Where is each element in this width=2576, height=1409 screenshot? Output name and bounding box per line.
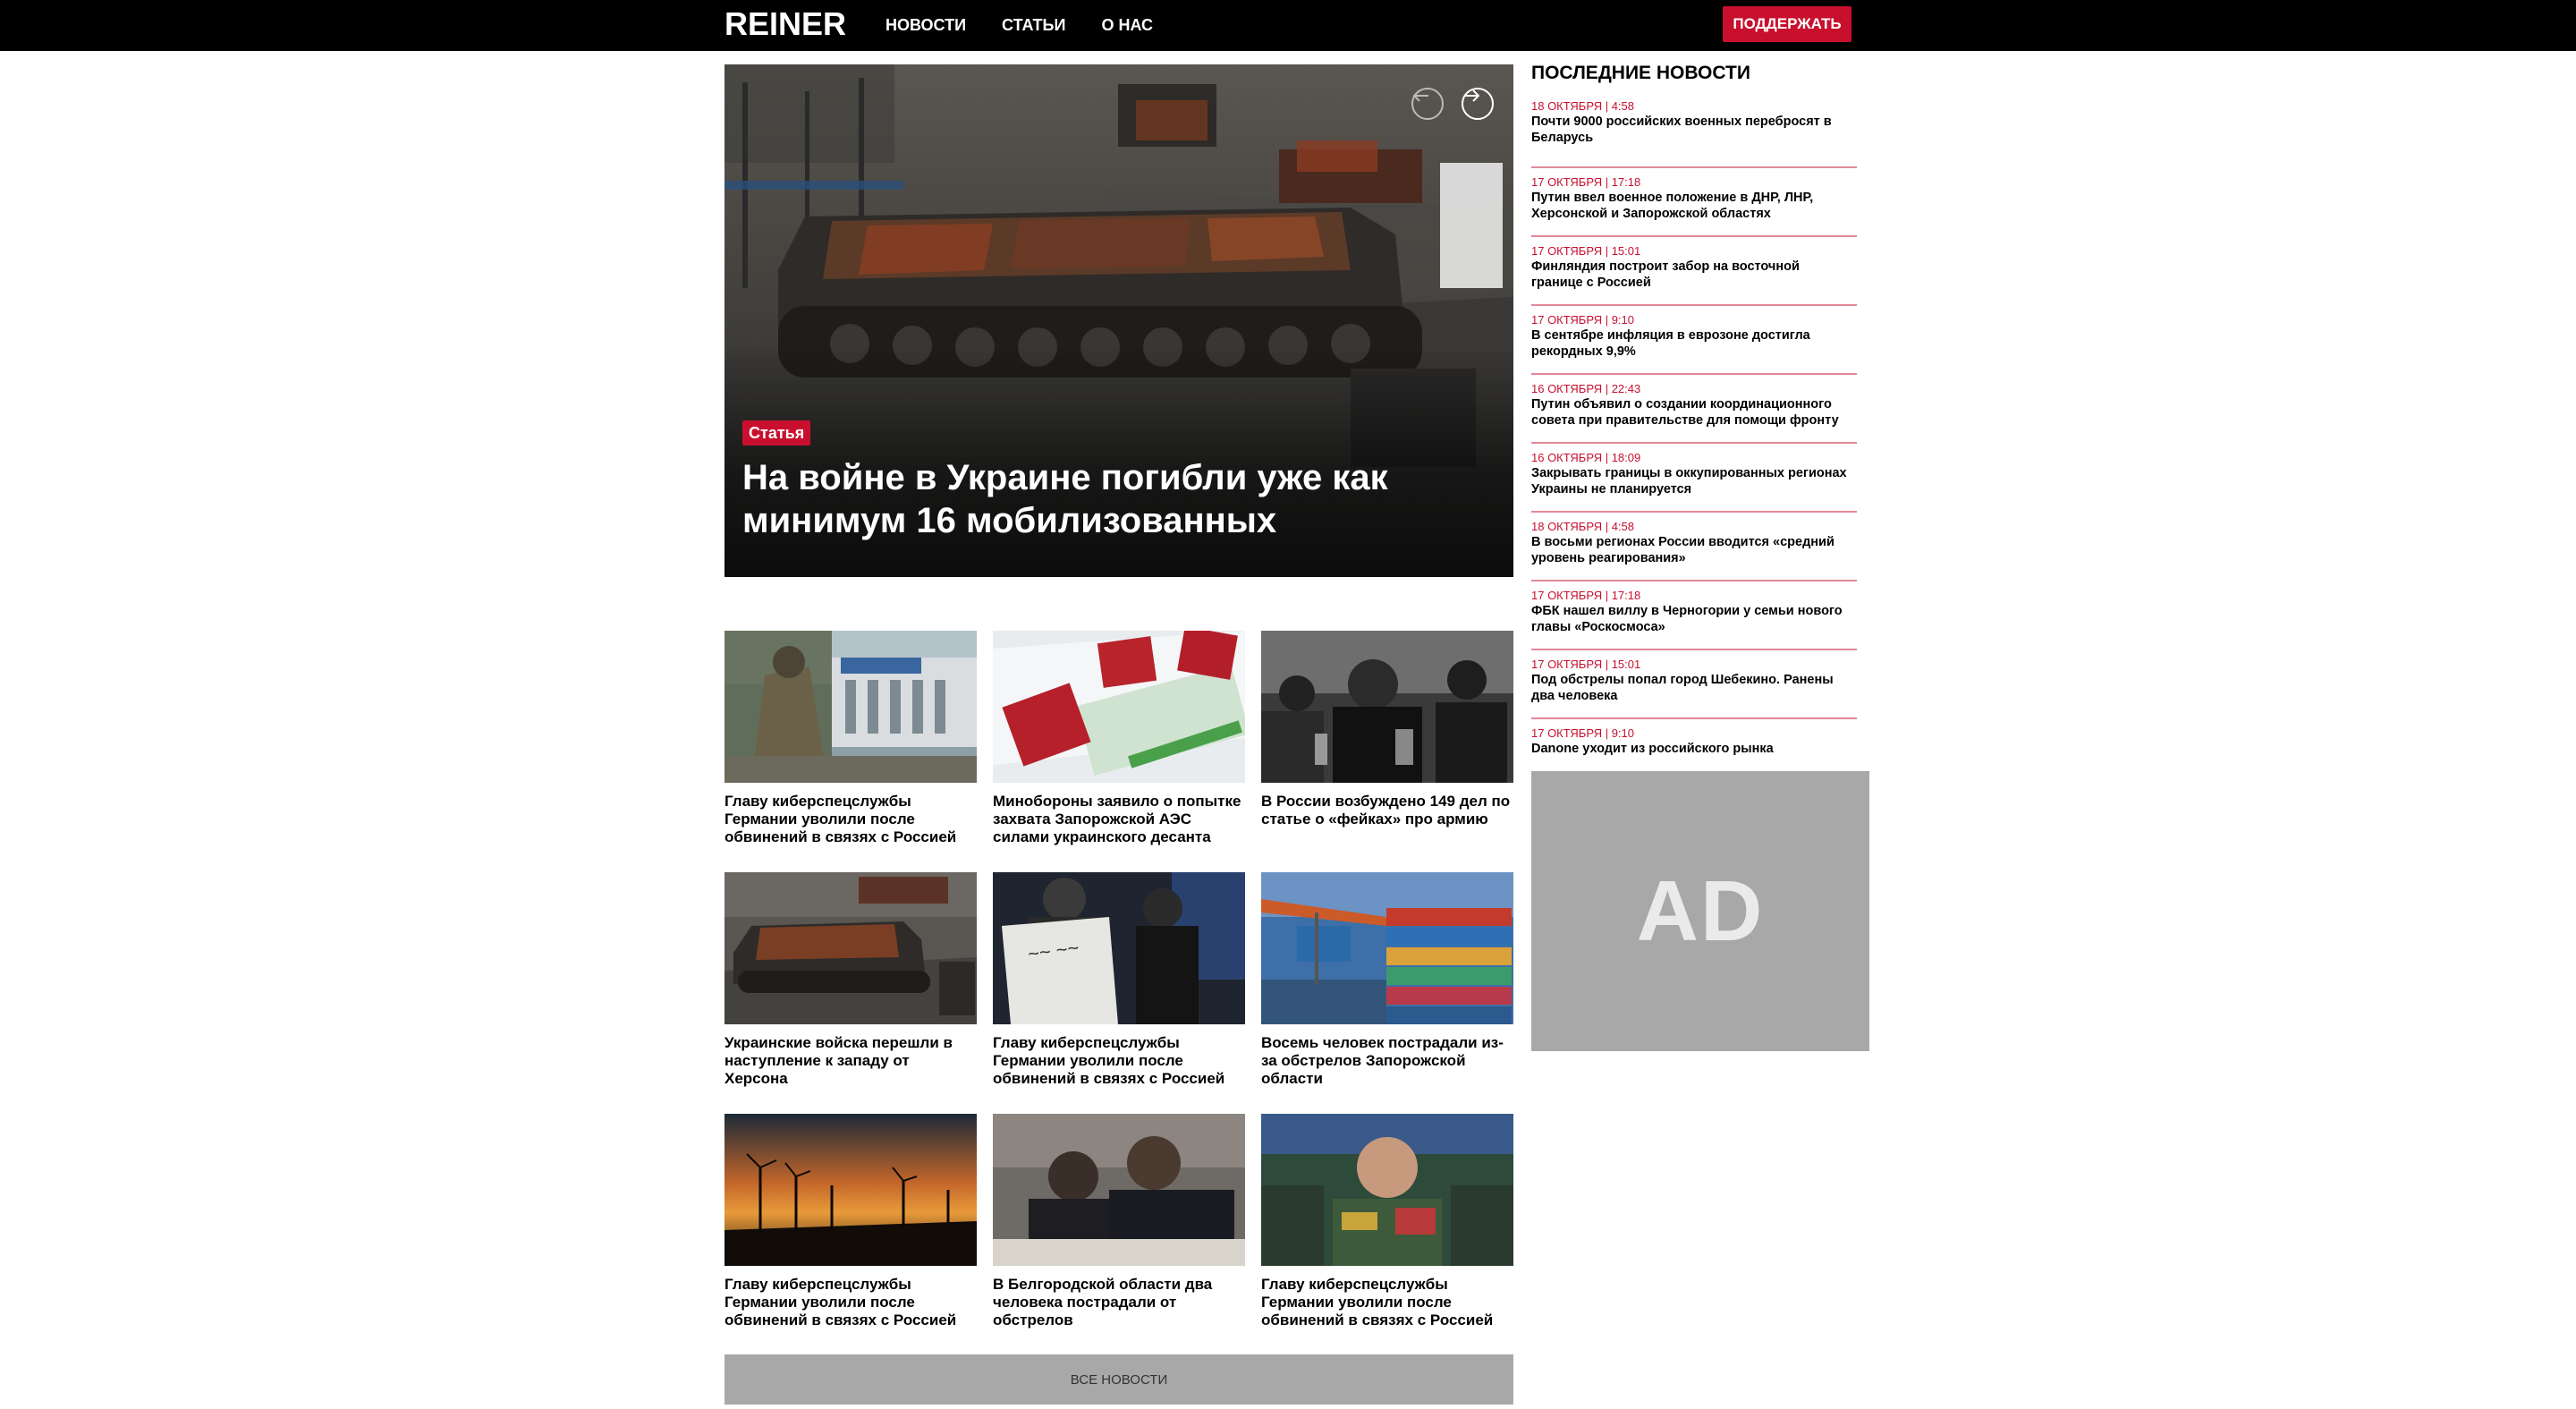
hero-slider[interactable]: Статья На войне в Украине погибли уже ка… bbox=[724, 64, 1513, 577]
arrow-left-icon bbox=[1413, 89, 1428, 102]
nav-item-articles[interactable]: СТАТЬИ bbox=[1002, 16, 1065, 35]
card-title[interactable]: В Белгородской области два человека пост… bbox=[993, 1276, 1245, 1329]
card-thumbnail bbox=[993, 1114, 1245, 1266]
latest-news-list: 18 ОКТЯБРЯ | 4:58 Почти 9000 российских … bbox=[1531, 99, 1857, 788]
nav-item-news[interactable]: НОВОСТИ bbox=[886, 16, 966, 35]
site-logo[interactable]: REINER bbox=[724, 4, 846, 45]
news-timestamp: 18 ОКТЯБРЯ | 4:58 bbox=[1531, 520, 1635, 533]
news-card[interactable]: Главу киберспецслужбы Германии уволили п… bbox=[724, 631, 977, 846]
card-title[interactable]: Восемь человек пострадали из-за обстрело… bbox=[1261, 1034, 1513, 1088]
card-thumbnail bbox=[724, 1114, 977, 1266]
news-timestamp: 17 ОКТЯБРЯ | 9:10 bbox=[1531, 313, 1635, 327]
hero-category-badge[interactable]: Статья bbox=[742, 420, 811, 446]
news-card[interactable]: Главу киберспецслужбы Германии уволили п… bbox=[724, 1114, 977, 1329]
list-item[interactable]: 16 ОКТЯБРЯ | 18:09 Закрывать границы в о… bbox=[1531, 444, 1857, 513]
card-thumbnail bbox=[1261, 1114, 1513, 1266]
news-timestamp: 17 ОКТЯБРЯ | 15:01 bbox=[1531, 244, 1641, 258]
card-title[interactable]: Украинские войска перешли в наступление … bbox=[724, 1034, 977, 1088]
card-title[interactable]: Главу киберспецслужбы Германии уволили п… bbox=[724, 793, 977, 846]
donate-button[interactable]: ПОДДЕРЖАТЬ bbox=[1723, 6, 1852, 42]
news-headline[interactable]: Путин ввел военное положение в ДНР, ЛНР,… bbox=[1531, 190, 1853, 222]
list-item[interactable]: 16 ОКТЯБРЯ | 22:43 Путин объявил о созда… bbox=[1531, 375, 1857, 444]
hero-title[interactable]: На войне в Украине погибли уже как миним… bbox=[742, 456, 1476, 542]
sidebar-heading: ПОСЛЕДНИЕ НОВОСТИ bbox=[1531, 63, 1750, 83]
card-thumbnail bbox=[1261, 872, 1513, 1024]
news-card[interactable]: Минобороны заявило о попытке захвата Зап… bbox=[993, 631, 1245, 846]
news-timestamp: 17 ОКТЯБРЯ | 15:01 bbox=[1531, 658, 1641, 671]
main-nav: НОВОСТИ СТАТЬИ О НАС bbox=[886, 0, 1189, 51]
card-thumbnail bbox=[724, 872, 977, 1024]
card-thumbnail: ~~ ~~ bbox=[993, 872, 1245, 1024]
news-timestamp: 18 ОКТЯБРЯ | 4:58 bbox=[1531, 99, 1635, 113]
news-card[interactable]: ~~ ~~ Главу киберспецслужбы Германии уво… bbox=[993, 872, 1245, 1088]
news-card[interactable]: Украинские войска перешли в наступление … bbox=[724, 872, 977, 1088]
news-timestamp: 16 ОКТЯБРЯ | 22:43 bbox=[1531, 382, 1641, 395]
card-thumbnail bbox=[724, 631, 977, 783]
news-headline[interactable]: Путин объявил о создании координационног… bbox=[1531, 396, 1853, 429]
news-card[interactable]: Главу киберспецслужбы Германии уволили п… bbox=[1261, 1114, 1513, 1329]
card-title[interactable]: Главу киберспецслужбы Германии уволили п… bbox=[993, 1034, 1245, 1088]
list-item[interactable]: 17 ОКТЯБРЯ | 9:10 В сентябре инфляция в … bbox=[1531, 306, 1857, 375]
card-thumbnail bbox=[1261, 631, 1513, 783]
all-news-button[interactable]: ВСЕ НОВОСТИ bbox=[724, 1354, 1513, 1405]
card-title[interactable]: Главу киберспецслужбы Германии уволили п… bbox=[724, 1276, 977, 1329]
list-item[interactable]: 18 ОКТЯБРЯ | 4:58 В восьми регионах Росс… bbox=[1531, 513, 1857, 581]
ad-banner[interactable]: AD bbox=[1531, 771, 1869, 1051]
news-timestamp: 17 ОКТЯБРЯ | 17:18 bbox=[1531, 589, 1641, 602]
news-timestamp: 16 ОКТЯБРЯ | 18:09 bbox=[1531, 451, 1641, 464]
news-headline[interactable]: ФБК нашел виллу в Черногории у семьи нов… bbox=[1531, 603, 1853, 635]
slider-next-button[interactable] bbox=[1462, 88, 1494, 120]
news-headline[interactable]: Под обстрелы попал город Шебекино. Ранен… bbox=[1531, 672, 1853, 704]
top-navigation-bar: REINER НОВОСТИ СТАТЬИ О НАС ПОДДЕРЖАТЬ bbox=[0, 0, 2576, 51]
news-timestamp: 17 ОКТЯБРЯ | 9:10 bbox=[1531, 726, 1635, 740]
latest-news-sidebar: ПОСЛЕДНИЕ НОВОСТИ 18 ОКТЯБРЯ | 4:58 Почт… bbox=[1531, 63, 1857, 788]
nav-item-about[interactable]: О НАС bbox=[1101, 16, 1153, 35]
news-headline[interactable]: В восьми регионах России вводится «средн… bbox=[1531, 534, 1853, 566]
news-card[interactable]: Восемь человек пострадали из-за обстрело… bbox=[1261, 872, 1513, 1088]
news-headline[interactable]: Закрывать границы в оккупированных регио… bbox=[1531, 465, 1853, 497]
arrow-right-icon bbox=[1464, 89, 1479, 102]
news-card[interactable]: В России возбуждено 149 дел по статье о … bbox=[1261, 631, 1513, 828]
card-title[interactable]: Главу киберспецслужбы Германии уволили п… bbox=[1261, 1276, 1513, 1329]
list-item[interactable]: 17 ОКТЯБРЯ | 17:18 Путин ввел военное по… bbox=[1531, 168, 1857, 237]
ad-label: AD bbox=[1636, 862, 1765, 959]
list-item[interactable]: 17 ОКТЯБРЯ | 17:18 ФБК нашел виллу в Чер… bbox=[1531, 581, 1857, 650]
slider-prev-button[interactable] bbox=[1411, 88, 1444, 120]
news-headline[interactable]: Финляндия построит забор на восточной гр… bbox=[1531, 259, 1853, 291]
news-card[interactable]: В Белгородской области два человека пост… bbox=[993, 1114, 1245, 1329]
card-title[interactable]: Минобороны заявило о попытке захвата Зап… bbox=[993, 793, 1245, 846]
card-thumbnail bbox=[993, 631, 1245, 783]
news-headline[interactable]: В сентябре инфляция в еврозоне достигла … bbox=[1531, 327, 1853, 360]
list-item[interactable]: 18 ОКТЯБРЯ | 4:58 Почти 9000 российских … bbox=[1531, 99, 1857, 168]
card-title[interactable]: В России возбуждено 149 дел по статье о … bbox=[1261, 793, 1513, 828]
news-headline[interactable]: Почти 9000 российских военных перебросят… bbox=[1531, 114, 1853, 146]
news-headline[interactable]: Danone уходит из российского рынка bbox=[1531, 741, 1853, 757]
list-item[interactable]: 17 ОКТЯБРЯ | 15:01 Финляндия построит за… bbox=[1531, 237, 1857, 306]
news-timestamp: 17 ОКТЯБРЯ | 17:18 bbox=[1531, 175, 1641, 189]
list-item[interactable]: 17 ОКТЯБРЯ | 15:01 Под обстрелы попал го… bbox=[1531, 650, 1857, 719]
